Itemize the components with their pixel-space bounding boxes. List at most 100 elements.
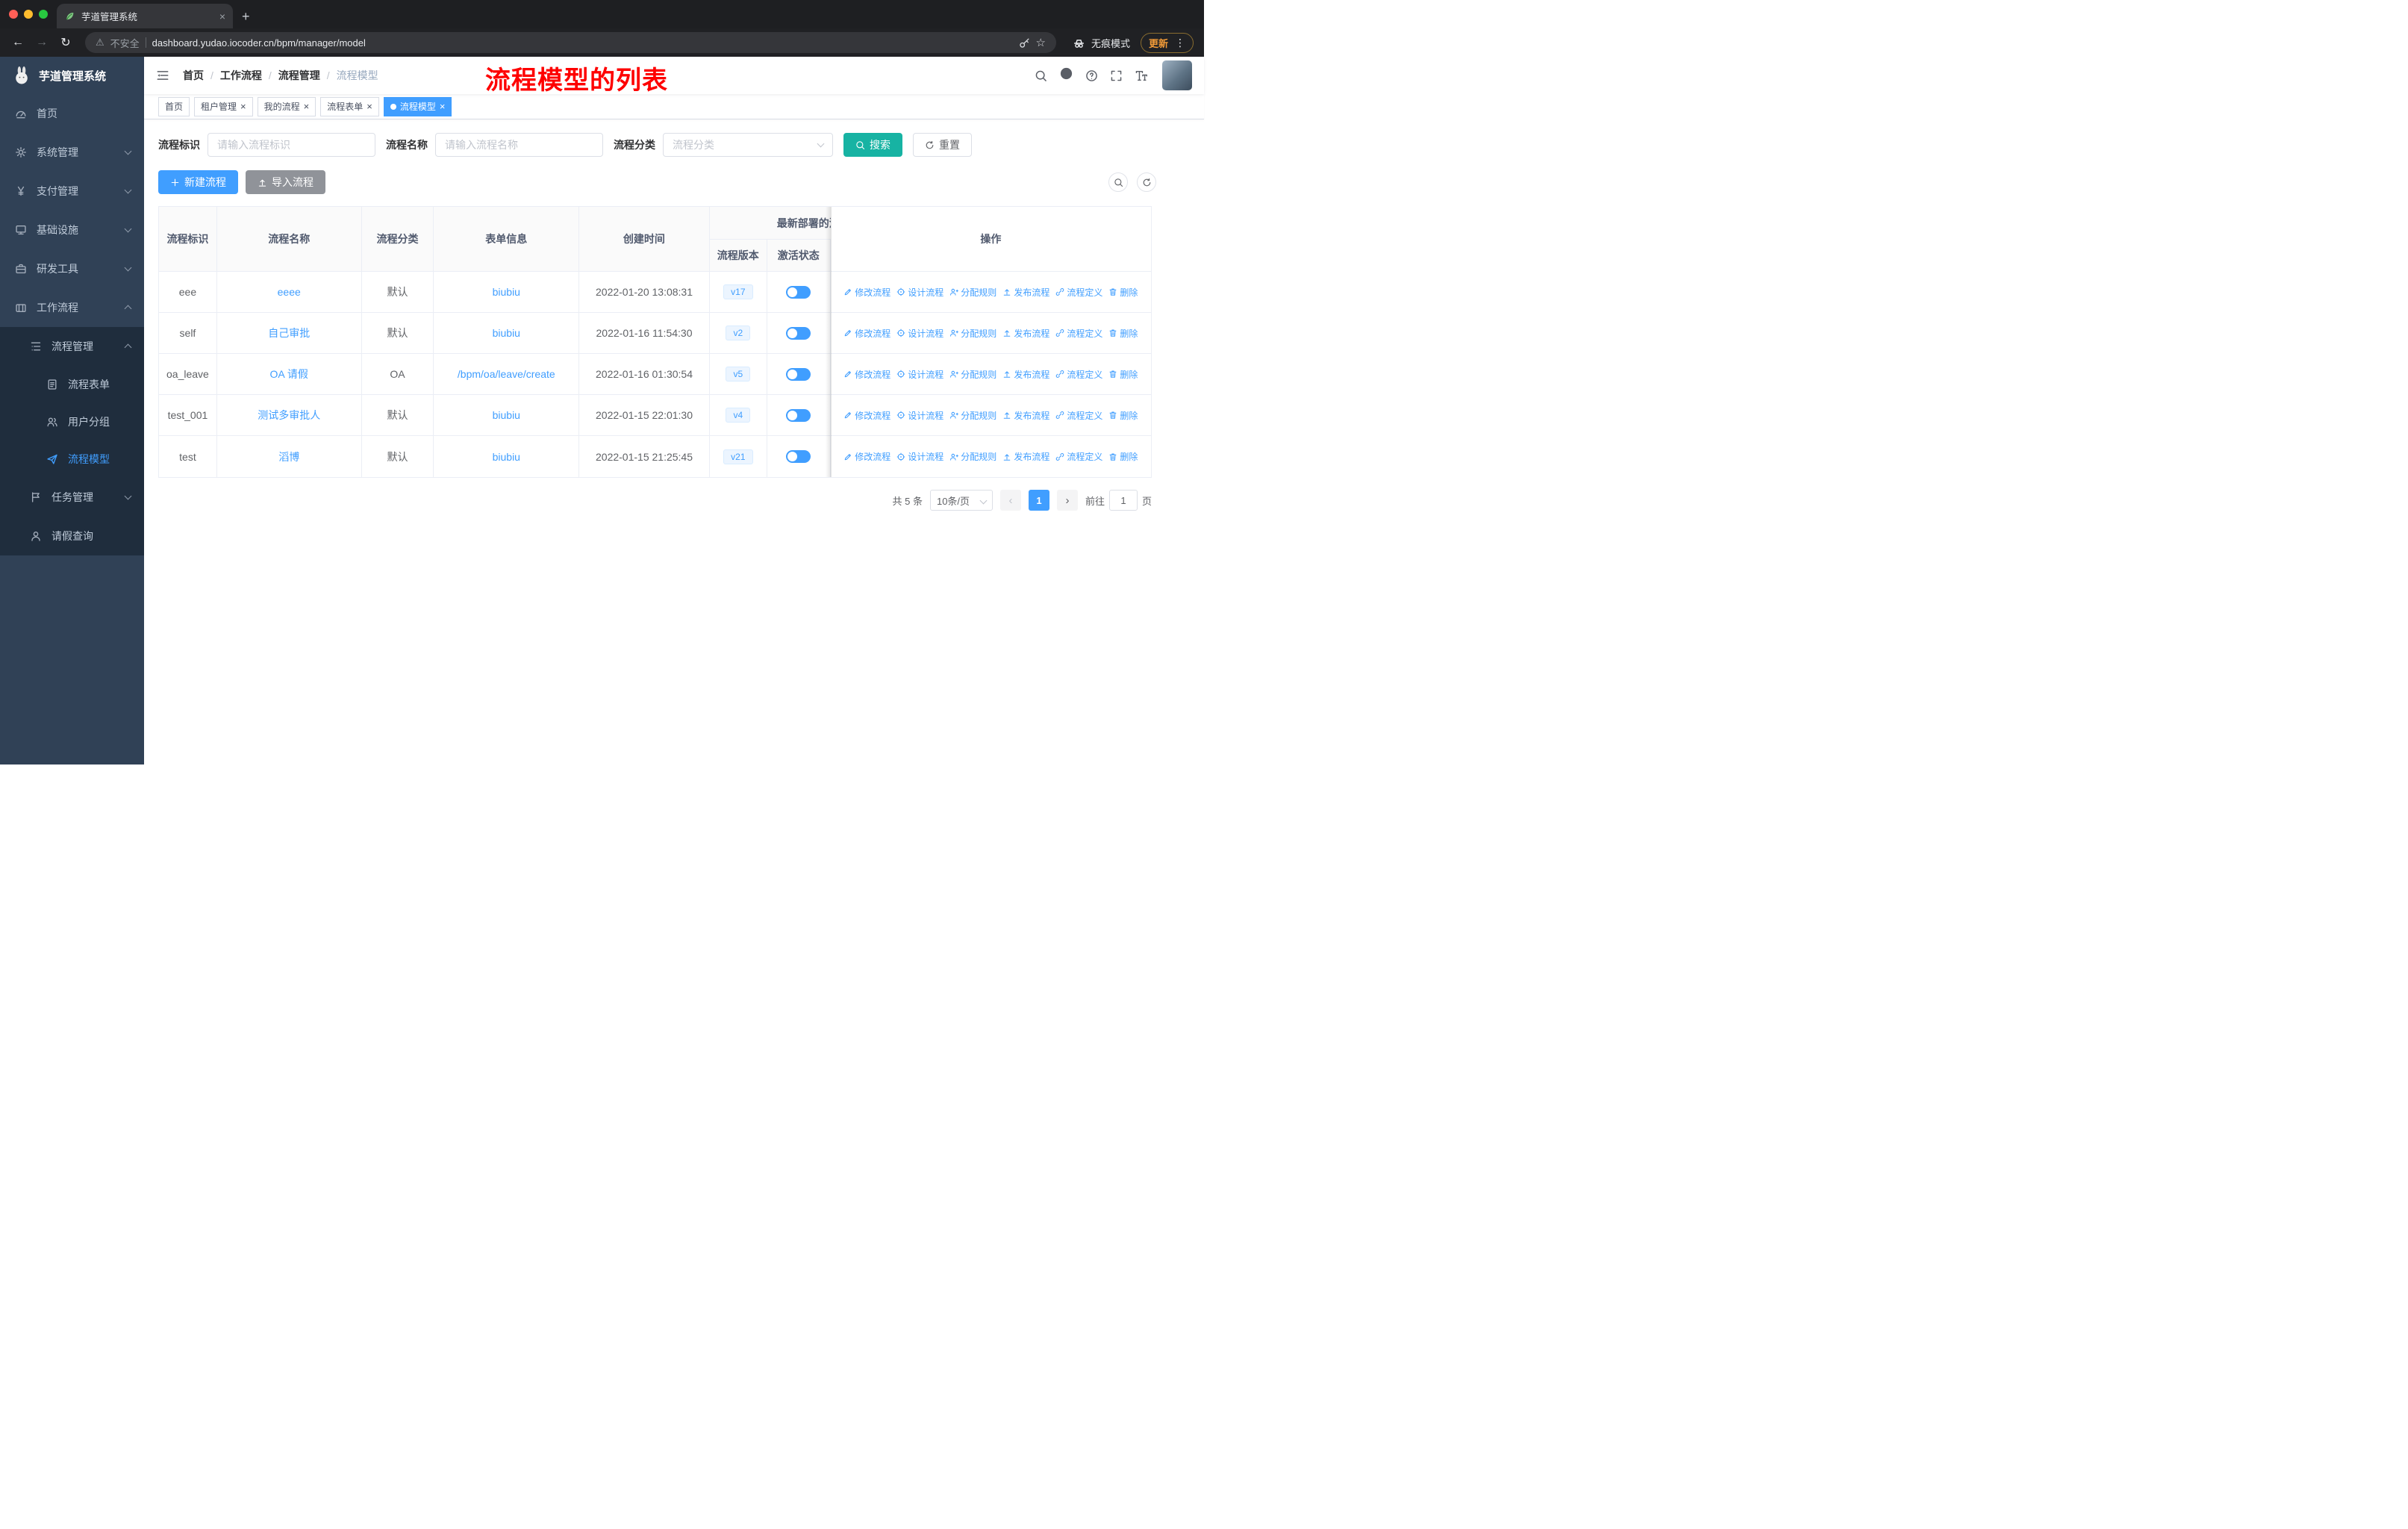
minimize-window-button[interactable] (24, 10, 33, 19)
design-process-link[interactable]: 设计流程 (896, 409, 943, 422)
reset-button[interactable]: 重置 (913, 133, 972, 157)
delete-link[interactable]: 删除 (1108, 327, 1138, 340)
toggle-search-button[interactable] (1108, 172, 1128, 192)
active-toggle[interactable] (786, 326, 811, 340)
forward-button[interactable]: → (31, 36, 52, 49)
fullscreen-icon[interactable] (1110, 69, 1123, 82)
sidebar-item-task-management[interactable]: 任务管理 (0, 478, 144, 517)
sidebar-item-home[interactable]: 首页 (0, 94, 144, 133)
process-definition-link[interactable]: 流程定义 (1055, 286, 1102, 299)
design-process-link[interactable]: 设计流程 (896, 368, 943, 381)
tag-home[interactable]: 首页 (158, 96, 190, 116)
bookmark-star-icon[interactable]: ☆ (1036, 36, 1046, 49)
design-process-link[interactable]: 设计流程 (896, 286, 943, 299)
tag-process-form[interactable]: 流程表单 × (320, 96, 379, 116)
close-icon[interactable]: × (240, 102, 246, 111)
avatar[interactable] (1162, 60, 1192, 90)
search-icon[interactable] (1035, 69, 1047, 82)
close-window-button[interactable] (9, 10, 18, 19)
process-name-link[interactable]: 自己审批 (268, 326, 310, 340)
back-button[interactable]: ← (7, 36, 28, 49)
process-definition-link[interactable]: 流程定义 (1055, 409, 1102, 422)
assign-rule-link[interactable]: 分配规则 (949, 368, 996, 381)
form-info-link[interactable]: biubiu (493, 286, 520, 298)
next-page-button[interactable]: › (1056, 490, 1078, 511)
assign-rule-link[interactable]: 分配规则 (949, 286, 996, 299)
process-key-input[interactable] (208, 133, 375, 157)
sidebar-item-leave-query[interactable]: 请假查询 (0, 517, 144, 555)
process-name-link[interactable]: 滔博 (278, 449, 299, 464)
form-info-link[interactable]: biubiu (493, 327, 520, 339)
page-size-select[interactable]: 10条/页 (929, 490, 993, 511)
process-definition-link[interactable]: 流程定义 (1055, 450, 1102, 463)
close-icon[interactable]: × (304, 102, 310, 111)
browser-tab[interactable]: 芋道管理系统 × (57, 4, 233, 28)
publish-process-link[interactable]: 发布流程 (1002, 286, 1049, 299)
delete-link[interactable]: 删除 (1108, 368, 1138, 381)
help-icon[interactable] (1085, 69, 1098, 82)
publish-process-link[interactable]: 发布流程 (1002, 409, 1049, 422)
sidebar-item-workflow[interactable]: 工作流程 (0, 288, 144, 327)
design-process-link[interactable]: 设计流程 (896, 450, 943, 463)
modify-process-link[interactable]: 修改流程 (843, 286, 890, 299)
reload-button[interactable]: ↻ (55, 35, 76, 50)
modify-process-link[interactable]: 修改流程 (843, 368, 890, 381)
form-info-link[interactable]: biubiu (493, 451, 520, 463)
font-size-icon[interactable] (1135, 69, 1147, 82)
sidebar-item-infrastructure[interactable]: 基础设施 (0, 211, 144, 249)
delete-link[interactable]: 删除 (1108, 409, 1138, 422)
new-tab-button[interactable]: + (242, 10, 250, 23)
modify-process-link[interactable]: 修改流程 (843, 450, 890, 463)
sidebar-item-process-form[interactable]: 流程表单 (0, 366, 144, 403)
browser-update-button[interactable]: 更新 ⋮ (1140, 32, 1194, 53)
close-icon[interactable]: × (440, 102, 446, 111)
modify-process-link[interactable]: 修改流程 (843, 327, 890, 340)
prev-page-button[interactable]: ‹ (999, 490, 1021, 511)
sidebar-item-user-group[interactable]: 用户分组 (0, 403, 144, 440)
active-toggle[interactable] (786, 367, 811, 381)
form-info-link[interactable]: biubiu (493, 409, 520, 421)
sidebar-item-payment[interactable]: 支付管理 (0, 172, 144, 211)
sidebar-item-process-model[interactable]: 流程模型 (0, 440, 144, 478)
zoom-window-button[interactable] (39, 10, 48, 19)
publish-process-link[interactable]: 发布流程 (1002, 327, 1049, 340)
breadcrumb-process-management[interactable]: 流程管理 (278, 68, 320, 83)
process-definition-link[interactable]: 流程定义 (1055, 368, 1102, 381)
active-toggle[interactable] (786, 408, 811, 422)
delete-link[interactable]: 删除 (1108, 450, 1138, 463)
design-process-link[interactable]: 设计流程 (896, 327, 943, 340)
sidebar-item-process-management[interactable]: 流程管理 (0, 327, 144, 366)
delete-link[interactable]: 删除 (1108, 286, 1138, 299)
active-toggle[interactable] (786, 285, 811, 299)
tag-process-model[interactable]: 流程模型 × (383, 96, 452, 116)
sidebar-item-devtools[interactable]: 研发工具 (0, 249, 144, 288)
browser-menu-icon[interactable]: ⋮ (1175, 37, 1185, 49)
modify-process-link[interactable]: 修改流程 (843, 409, 890, 422)
close-icon[interactable]: × (366, 102, 372, 111)
publish-process-link[interactable]: 发布流程 (1002, 450, 1049, 463)
category-select[interactable]: 流程分类 (663, 133, 833, 157)
breadcrumb-workflow[interactable]: 工作流程 (220, 68, 262, 83)
github-icon[interactable] (1059, 66, 1073, 84)
process-name-link[interactable]: 测试多审批人 (258, 408, 320, 423)
address-bar[interactable]: ⚠ 不安全 dashboard.yudao.iocoder.cn/bpm/man… (85, 32, 1056, 53)
current-page-button[interactable]: 1 (1028, 490, 1049, 511)
process-definition-link[interactable]: 流程定义 (1055, 327, 1102, 340)
breadcrumb-home[interactable]: 首页 (183, 68, 204, 83)
tab-close-icon[interactable]: × (219, 11, 225, 22)
assign-rule-link[interactable]: 分配规则 (949, 409, 996, 422)
assign-rule-link[interactable]: 分配规则 (949, 450, 996, 463)
active-toggle[interactable] (786, 450, 811, 463)
assign-rule-link[interactable]: 分配规则 (949, 327, 996, 340)
tag-tenant-management[interactable]: 租户管理 × (194, 96, 253, 116)
collapse-menu-button[interactable] (156, 69, 169, 82)
tag-my-process[interactable]: 我的流程 × (257, 96, 316, 116)
security-label[interactable]: 不安全 (110, 36, 140, 50)
sidebar-item-system[interactable]: 系统管理 (0, 133, 144, 172)
process-name-link[interactable]: OA 请假 (270, 367, 308, 382)
publish-process-link[interactable]: 发布流程 (1002, 368, 1049, 381)
create-process-button[interactable]: 新建流程 (158, 170, 238, 194)
process-name-link[interactable]: eeee (278, 286, 301, 298)
form-info-link[interactable]: /bpm/oa/leave/create (458, 368, 555, 380)
search-button[interactable]: 搜索 (843, 133, 902, 157)
